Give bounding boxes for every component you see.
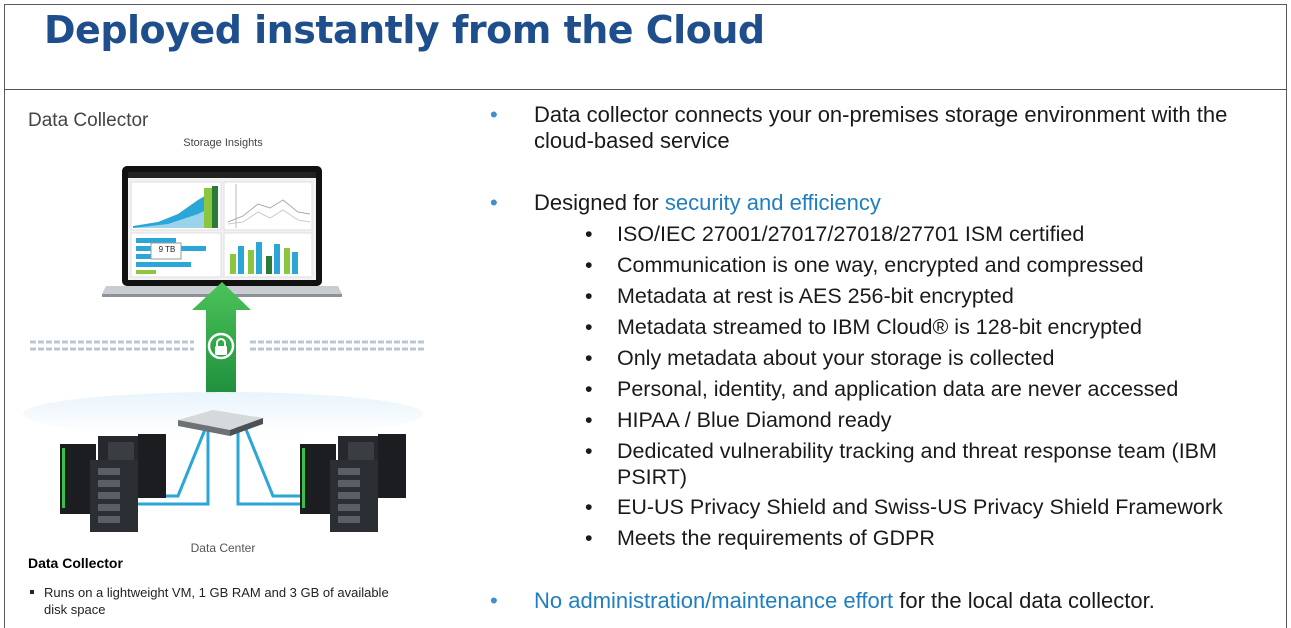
bullet-icon: • — [490, 190, 498, 215]
laptop-icon — [102, 166, 342, 297]
sub-bullet-icon: • — [585, 222, 593, 246]
sub-bullet-icon: • — [585, 526, 593, 550]
capacity-badge: 9 TB — [158, 245, 176, 254]
server-rack-icon — [300, 434, 406, 532]
sub-list-item: • Only metadata about your storage is col… — [585, 346, 1055, 370]
sub-list-item: • Communication is one way, encrypted and… — [585, 253, 1144, 277]
sub-list-item: • EU-US Privacy Shield and Swiss-US Priva… — [585, 495, 1223, 519]
sub-bullet-icon: • — [585, 253, 593, 277]
sub-list-item: • Meets the requirements of GDPR — [585, 526, 935, 550]
slide-title: Deployed instantly from the Cloud — [44, 8, 765, 52]
sub-list-item: • Metadata streamed to IBM Cloud® is 128-… — [585, 315, 1142, 339]
sub-list-item: • Dedicated vulnerability tracking and th… — [585, 439, 1217, 489]
upload-arrow-icon — [192, 282, 251, 396]
data-center-illustration — [23, 392, 423, 532]
sub-list-item: • HIPAA / Blue Diamond ready — [585, 408, 892, 432]
sub-bullet-icon: • — [585, 315, 593, 339]
sub-bullet-icon: • — [585, 439, 593, 463]
sub-list-item: • Metadata at rest is AES 256-bit encrypt… — [585, 284, 1014, 308]
sub-bullet-icon: • — [585, 284, 593, 308]
data-collector-illustration — [23, 166, 424, 532]
laptop-caption: Storage Insights — [183, 137, 263, 149]
sub-bullet-icon: • — [585, 408, 593, 432]
sub-list-item: • Personal, identity, and application dat… — [585, 377, 1179, 401]
bullet-icon: • — [490, 102, 498, 127]
server-rack-icon — [60, 434, 166, 532]
bullet-item-security: • Designed for security and efficiency — [490, 190, 881, 215]
caption-list-item: Runs on a lightweight VM, 1 GB RAM and 3… — [30, 584, 410, 618]
caption-title: Data Collector — [28, 555, 123, 571]
sub-bullet-icon: • — [585, 377, 593, 401]
sub-list-item: • ISO/IEC 27001/27017/27018/27701 ISM cer… — [585, 222, 1085, 246]
bullet-item-maintenance: • No administration/maintenance effort f… — [490, 588, 1155, 613]
panel-heading: Data Collector — [28, 110, 149, 131]
sub-bullet-icon: • — [585, 495, 593, 519]
accent-text: No administration/maintenance effort — [534, 588, 894, 613]
bullet-item-connectivity: • Data collector connects your on-premis… — [490, 102, 1228, 153]
square-bullet-icon — [30, 590, 34, 594]
data-center-label: Data Center — [190, 541, 256, 555]
data-collector-panel: Data Collector Storage Insights 9 TB Dat… — [18, 104, 428, 574]
sub-bullet-icon: • — [585, 346, 593, 370]
title-divider — [4, 89, 1287, 90]
accent-text: security and efficiency — [664, 190, 881, 215]
bullet-icon: • — [490, 588, 498, 613]
